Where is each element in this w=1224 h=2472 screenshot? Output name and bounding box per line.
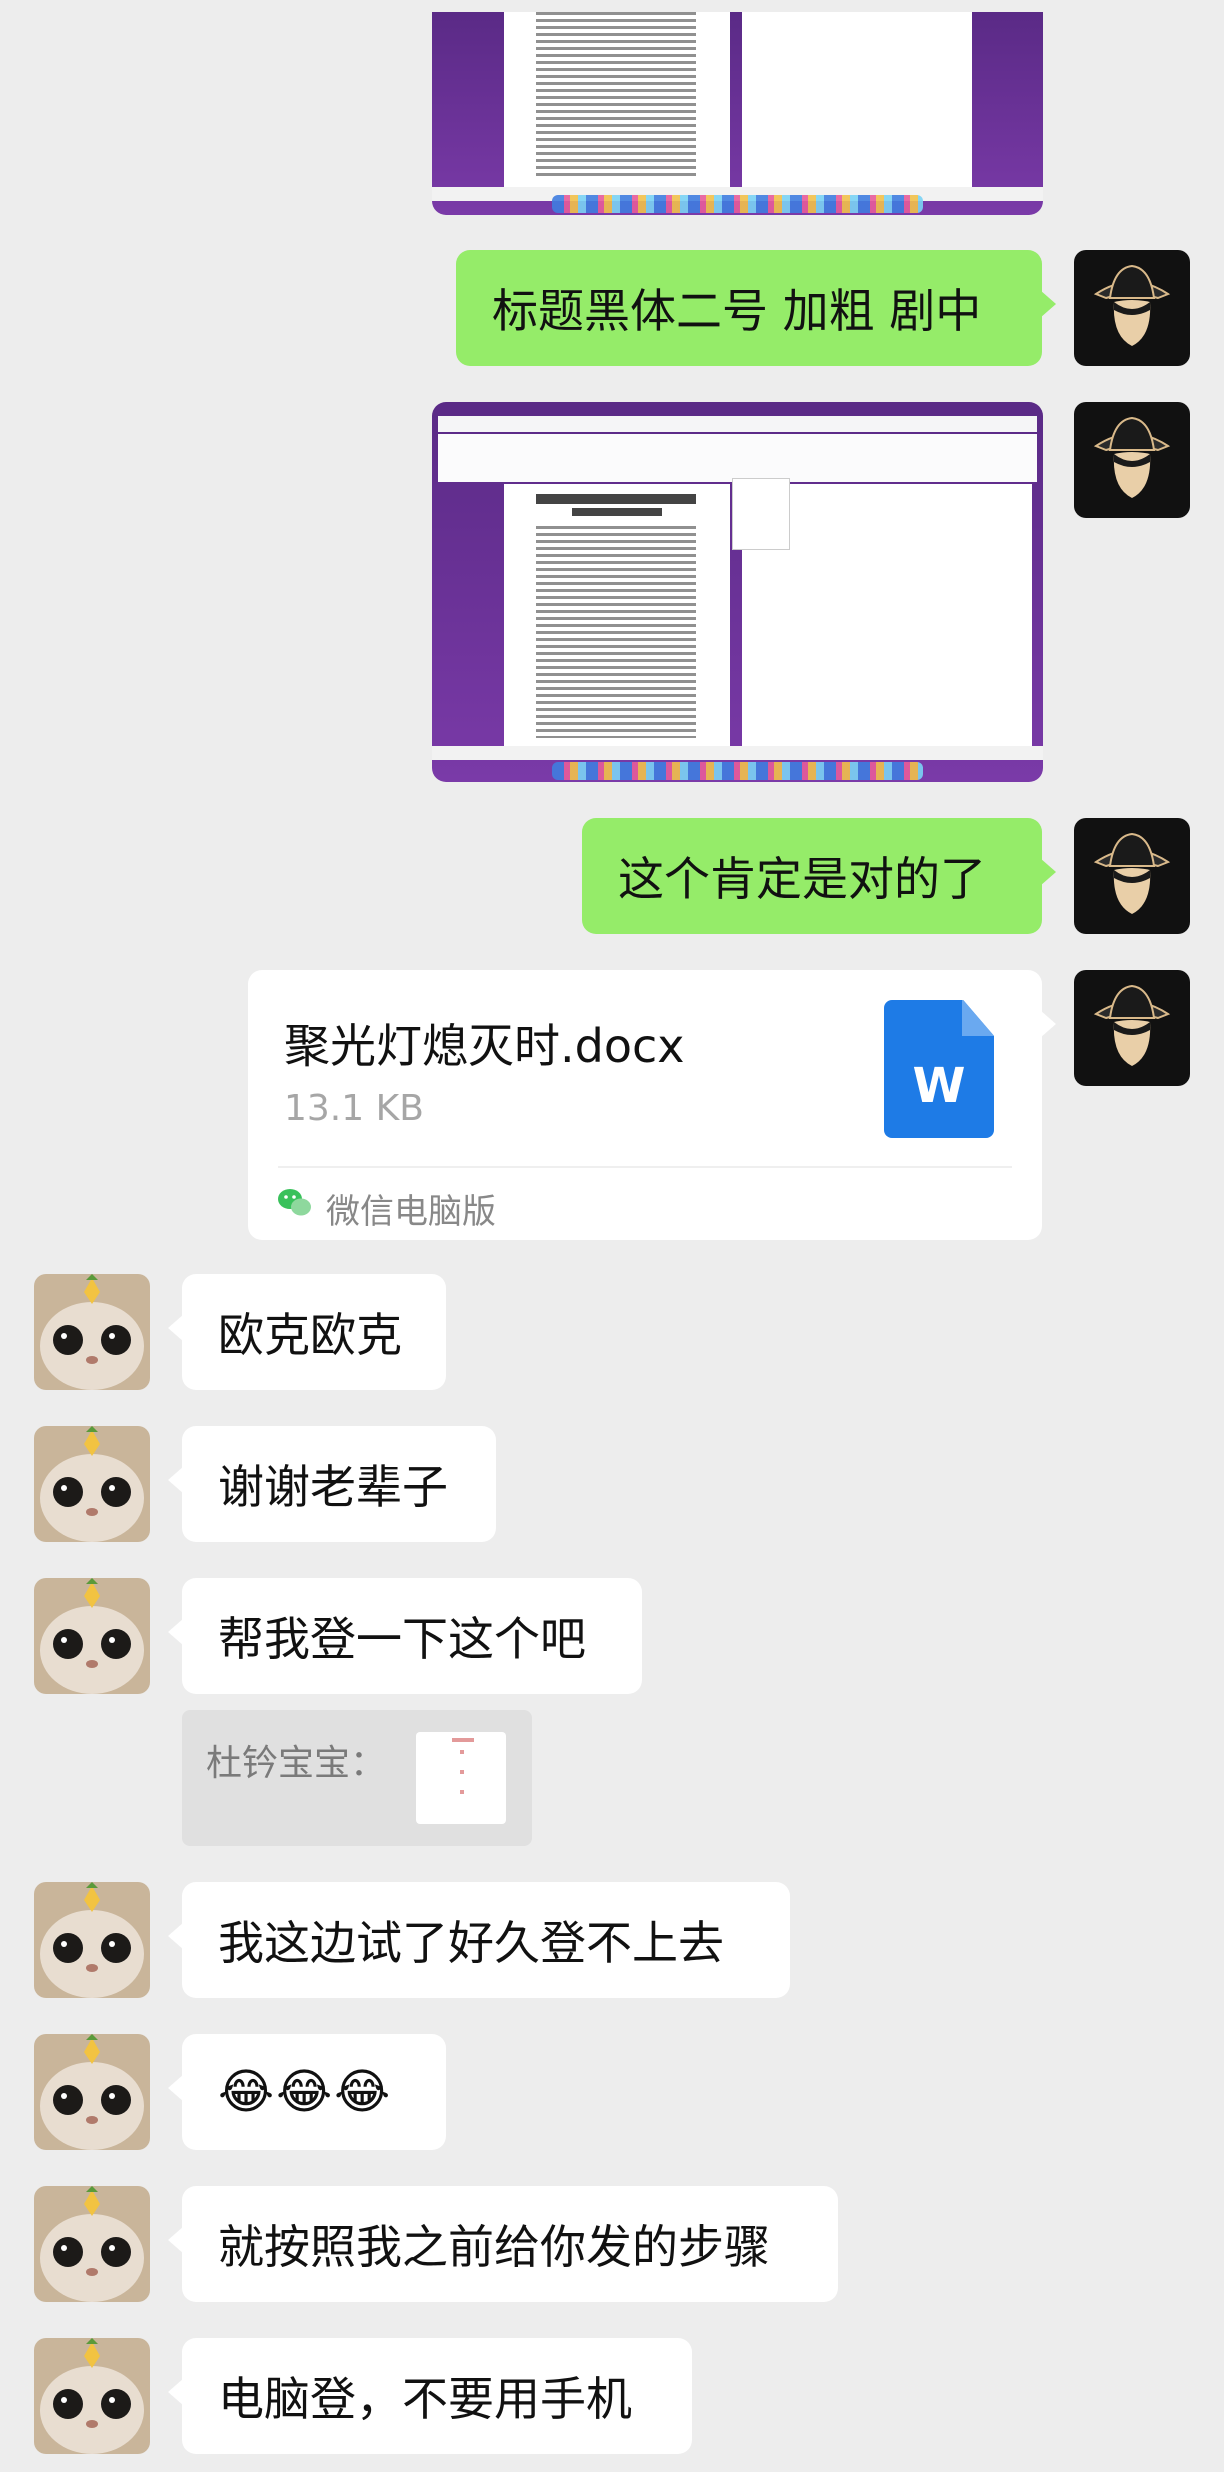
message-text: 欧克欧克 (218, 1308, 402, 1362)
contact-avatar[interactable] (34, 1578, 150, 1694)
message-text: 谢谢老辈子 (218, 1460, 448, 1514)
message-bubble-other[interactable]: 帮我登一下这个吧 (168, 1578, 642, 1694)
self-avatar[interactable] (1074, 402, 1190, 518)
contact-avatar[interactable] (34, 2034, 150, 2150)
contact-avatar[interactable] (34, 2186, 150, 2302)
word-doc-icon: W (884, 1000, 994, 1138)
message-text: 这个肯定是对的了 (618, 852, 986, 906)
message-bubble-self[interactable]: 标题黑体二号 加粗 剧中 (456, 250, 1056, 366)
word-doc-letter: W (912, 1058, 966, 1114)
quoted-image-thumbnail[interactable] (416, 1732, 506, 1824)
contact-avatar[interactable] (34, 2338, 150, 2454)
message-bubble-other[interactable]: 就按照我之前给你发的步骤 (168, 2186, 838, 2302)
message-bubble-other[interactable]: 我这边试了好久登不上去 (168, 1882, 790, 1998)
cat-avatar-icon (34, 1578, 150, 1694)
message-text: 电脑登，不要用手机 (218, 2372, 632, 2426)
emoji-message: 😂😂😂 (218, 2064, 393, 2120)
quoted-message[interactable]: 杜钤宝宝： (182, 1710, 532, 1846)
hat-silhouette-avatar-icon (1074, 402, 1190, 518)
message-text: 我这边试了好久登不上去 (218, 1916, 724, 1970)
cat-avatar-icon (34, 2186, 150, 2302)
self-avatar[interactable] (1074, 250, 1190, 366)
hat-silhouette-avatar-icon (1074, 818, 1190, 934)
message-bubble-other[interactable]: 😂😂😂 (168, 2034, 446, 2150)
self-avatar[interactable] (1074, 970, 1190, 1086)
quote-sender: 杜钤宝宝： (206, 1743, 387, 1784)
screenshot-image-partial[interactable] (432, 12, 1043, 215)
file-size: 13.1 KB (284, 1088, 424, 1129)
contact-avatar[interactable] (34, 1426, 150, 1542)
screenshot-image[interactable] (432, 402, 1043, 782)
message-bubble-self[interactable]: 这个肯定是对的了 (582, 818, 1056, 934)
hat-silhouette-avatar-icon (1074, 250, 1190, 366)
self-avatar[interactable] (1074, 818, 1190, 934)
wechat-icon (276, 1186, 314, 1220)
file-source-label: 微信电脑版 (326, 1192, 496, 1232)
file-name: 聚光灯熄灭时.docx (284, 1019, 685, 1073)
cat-avatar-icon (34, 1426, 150, 1542)
file-message-card[interactable]: 聚光灯熄灭时.docx 13.1 KB W 微信电脑版 (248, 970, 1056, 1240)
message-bubble-other[interactable]: 欧克欧克 (168, 1274, 446, 1390)
message-text: 就按照我之前给你发的步骤 (218, 2220, 770, 2274)
contact-avatar[interactable] (34, 1274, 150, 1390)
message-text: 帮我登一下这个吧 (218, 1612, 586, 1666)
message-bubble-other[interactable]: 电脑登，不要用手机 (168, 2338, 692, 2454)
contact-avatar[interactable] (34, 1882, 150, 1998)
message-bubble-other[interactable]: 谢谢老辈子 (168, 1426, 496, 1542)
cat-avatar-icon (34, 1882, 150, 1998)
cat-avatar-icon (34, 2034, 150, 2150)
hat-silhouette-avatar-icon (1074, 970, 1190, 1086)
cat-avatar-icon (34, 2338, 150, 2454)
message-text: 标题黑体二号 加粗 剧中 (492, 284, 982, 338)
cat-avatar-icon (34, 1274, 150, 1390)
